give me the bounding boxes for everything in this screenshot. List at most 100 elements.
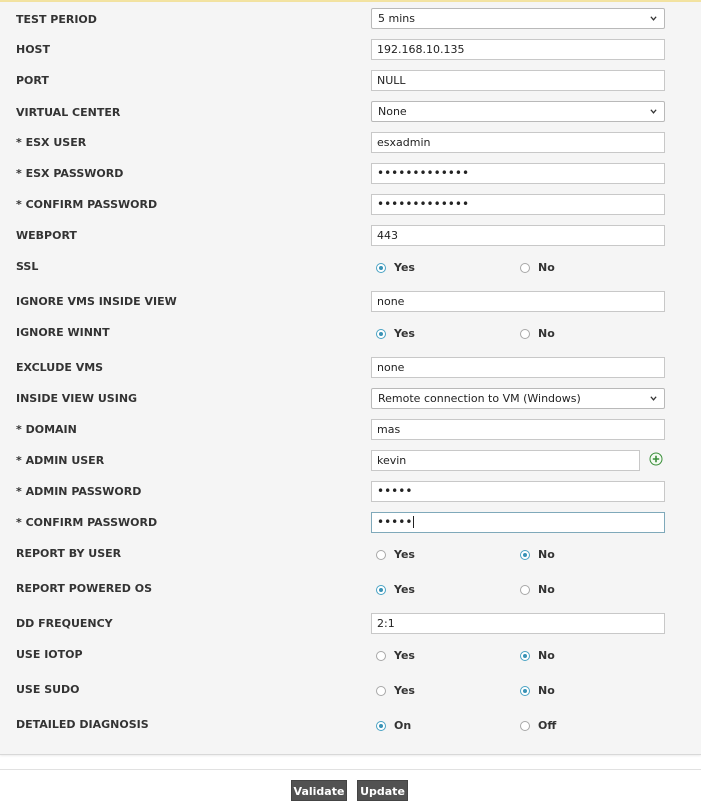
chevron-down-icon xyxy=(650,16,657,21)
update-button[interactable]: Update xyxy=(357,780,408,801)
report-powered-os-no-radio[interactable]: No xyxy=(520,583,555,597)
port-input[interactable]: NULL xyxy=(371,70,665,91)
report-powered-os-yes-label: Yes xyxy=(394,583,415,596)
virtual-center-value: None xyxy=(378,105,407,118)
esx-password-input[interactable]: ••••••••••••• xyxy=(371,163,665,184)
required-marker: * xyxy=(16,198,22,211)
radio-circle xyxy=(376,550,386,560)
detailed-diagnosis-off-radio[interactable]: Off xyxy=(520,719,556,733)
add-circle-icon[interactable] xyxy=(649,452,663,466)
validate-button[interactable]: Validate xyxy=(291,780,347,801)
required-marker: * xyxy=(16,454,22,467)
ignore-winnt-no-radio[interactable]: No xyxy=(520,327,555,341)
report-by-user-yes-radio[interactable]: Yes xyxy=(376,548,415,562)
radio-circle xyxy=(520,263,530,273)
footer-divider xyxy=(0,769,701,770)
label-webport: WEBPORT xyxy=(16,229,77,242)
ssl-yes-radio[interactable]: Yes xyxy=(376,261,415,275)
test-period-value: 5 mins xyxy=(378,12,415,25)
label-inside-view-using: INSIDE VIEW USING xyxy=(16,392,138,405)
radio-circle xyxy=(520,686,530,696)
inside-view-using-select[interactable]: Remote connection to VM (Windows) xyxy=(371,388,665,409)
esx-user-input[interactable]: esxadmin xyxy=(371,132,665,153)
label-test-period: TEST PERIOD xyxy=(16,13,97,26)
label-detailed-diagnosis: DETAILED DIAGNOSIS xyxy=(16,718,149,731)
report-by-user-yes-label: Yes xyxy=(394,548,415,561)
use-sudo-no-radio[interactable]: No xyxy=(520,684,555,698)
admin-user-input[interactable]: kevin xyxy=(371,450,640,471)
label-esx-password: * ESX PASSWORD xyxy=(16,167,123,181)
report-by-user-no-label: No xyxy=(538,548,555,561)
detailed-diagnosis-on-radio[interactable]: On xyxy=(376,719,411,733)
use-iotop-no-radio[interactable]: No xyxy=(520,649,555,663)
label-confirm-password-1-text: CONFIRM PASSWORD xyxy=(25,198,158,211)
radio-circle xyxy=(520,329,530,339)
radio-circle xyxy=(376,721,386,731)
required-marker: * xyxy=(16,516,22,529)
label-esx-password-text: ESX PASSWORD xyxy=(25,167,124,180)
label-domain: * DOMAIN xyxy=(16,423,77,437)
confirm-password-2-input[interactable]: ••••• xyxy=(371,512,665,533)
label-virtual-center: VIRTUAL CENTER xyxy=(16,106,121,119)
label-admin-password-text: ADMIN PASSWORD xyxy=(25,485,142,498)
use-sudo-no-label: No xyxy=(538,684,555,697)
label-host: HOST xyxy=(16,43,50,56)
label-report-powered-os: REPORT POWERED OS xyxy=(16,582,152,595)
radio-circle xyxy=(376,329,386,339)
virtual-center-select[interactable]: None xyxy=(371,101,665,122)
label-admin-user-text: ADMIN USER xyxy=(25,454,105,467)
host-input[interactable]: 192.168.10.135 xyxy=(371,39,665,60)
use-iotop-no-label: No xyxy=(538,649,555,662)
report-powered-os-no-label: No xyxy=(538,583,555,596)
ignore-winnt-yes-radio[interactable]: Yes xyxy=(376,327,415,341)
radio-circle xyxy=(520,550,530,560)
label-ignore-winnt: IGNORE WINNT xyxy=(16,326,110,339)
chevron-down-icon xyxy=(650,109,657,114)
label-domain-text: DOMAIN xyxy=(25,423,77,436)
label-esx-user-text: ESX USER xyxy=(25,136,87,149)
configuration-form: TEST PERIOD 5 mins HOST 192.168.10.135 P… xyxy=(0,2,701,755)
label-use-iotop: USE IOTOP xyxy=(16,648,83,661)
inside-view-using-value: Remote connection to VM (Windows) xyxy=(378,392,581,405)
label-confirm-password-2-text: CONFIRM PASSWORD xyxy=(25,516,158,529)
confirm-password-2-value: ••••• xyxy=(377,515,413,529)
required-marker: * xyxy=(16,136,22,149)
ssl-no-radio[interactable]: No xyxy=(520,261,555,275)
radio-circle xyxy=(520,721,530,731)
ssl-yes-label: Yes xyxy=(394,261,415,274)
webport-input[interactable]: 443 xyxy=(371,225,665,246)
radio-circle xyxy=(376,585,386,595)
label-port: PORT xyxy=(16,74,49,87)
label-admin-password: * ADMIN PASSWORD xyxy=(16,485,141,499)
use-iotop-yes-label: Yes xyxy=(394,649,415,662)
report-by-user-no-radio[interactable]: No xyxy=(520,548,555,562)
use-sudo-yes-radio[interactable]: Yes xyxy=(376,684,415,698)
label-confirm-password-2: * CONFIRM PASSWORD xyxy=(16,516,157,530)
label-use-sudo: USE SUDO xyxy=(16,683,80,696)
admin-password-input[interactable]: ••••• xyxy=(371,481,665,502)
test-period-select[interactable]: 5 mins xyxy=(371,8,665,29)
confirm-password-1-input[interactable]: ••••••••••••• xyxy=(371,194,665,215)
text-caret xyxy=(413,516,415,528)
use-sudo-yes-label: Yes xyxy=(394,684,415,697)
label-ignore-vms-inside-view: IGNORE VMS INSIDE VIEW xyxy=(16,295,177,308)
radio-circle xyxy=(376,686,386,696)
label-exclude-vms: EXCLUDE VMS xyxy=(16,361,104,374)
label-esx-user: * ESX USER xyxy=(16,136,86,150)
detailed-diagnosis-on-label: On xyxy=(394,719,412,732)
exclude-vms-input[interactable]: none xyxy=(371,357,665,378)
radio-circle xyxy=(520,651,530,661)
ignore-vms-inside-view-input[interactable]: none xyxy=(371,291,665,312)
report-powered-os-yes-radio[interactable]: Yes xyxy=(376,583,415,597)
ssl-no-label: No xyxy=(538,261,555,274)
ignore-winnt-yes-label: Yes xyxy=(394,327,415,340)
use-iotop-yes-radio[interactable]: Yes xyxy=(376,649,415,663)
dd-frequency-input[interactable]: 2:1 xyxy=(371,613,665,634)
label-admin-user: * ADMIN USER xyxy=(16,454,104,468)
required-marker: * xyxy=(16,423,22,436)
chevron-down-icon xyxy=(650,396,657,401)
domain-input[interactable]: mas xyxy=(371,419,665,440)
required-marker: * xyxy=(16,167,22,180)
radio-circle xyxy=(376,651,386,661)
label-confirm-password-1: * CONFIRM PASSWORD xyxy=(16,198,157,212)
